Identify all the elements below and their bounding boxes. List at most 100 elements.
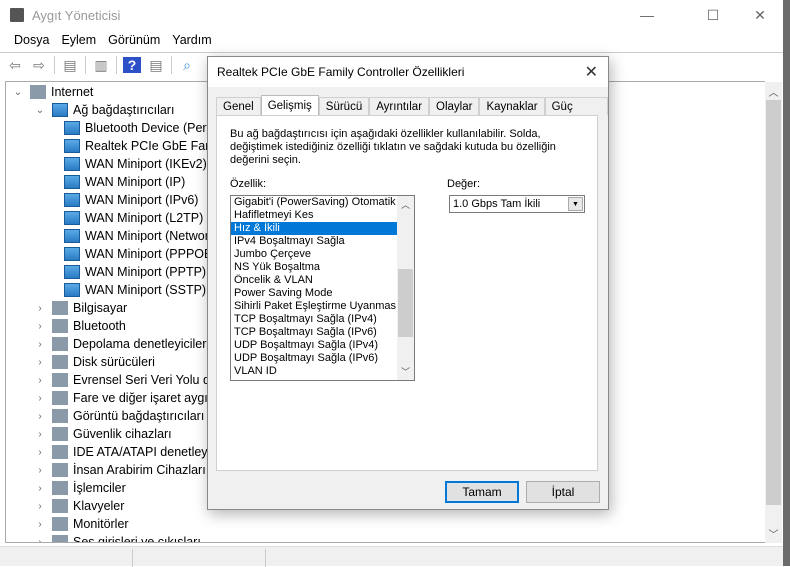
property-item[interactable]: Hafifletmeyi Kes — [231, 209, 397, 222]
help-icon[interactable]: ? — [123, 57, 141, 73]
tree-item[interactable]: › Klavyeler — [34, 497, 124, 515]
tree-item[interactable]: WAN Miniport (L2TP) — [64, 209, 203, 227]
chevron-right-icon[interactable]: › — [34, 303, 46, 314]
chevron-right-icon[interactable]: › — [34, 447, 46, 458]
property-item[interactable]: VLAN ID — [231, 365, 397, 378]
property-item[interactable]: Öncelik & VLAN — [231, 274, 397, 287]
property-item[interactable]: IPv4 Boşaltmayı Sağla — [231, 235, 397, 248]
tree-item[interactable]: WAN Miniport (IP) — [64, 173, 185, 191]
tree-item[interactable]: WAN Miniport (IKEv2) — [64, 155, 207, 173]
chevron-right-icon[interactable]: › — [34, 429, 46, 440]
tab-0[interactable]: Genel — [216, 97, 261, 115]
chevron-right-icon[interactable]: › — [34, 321, 46, 332]
tree-item[interactable]: › Bilgisayar — [34, 299, 127, 317]
scroll-up-icon[interactable]: ︿ — [397, 198, 414, 211]
tree-item-label: Güvenlik cihazları — [73, 427, 172, 441]
menu-gorunum[interactable]: Görünüm — [102, 31, 166, 51]
minimize-button[interactable]: — — [624, 0, 670, 30]
tree-item[interactable]: › Ses girişleri ve çıkışları — [34, 533, 201, 543]
property-list-scrollbar[interactable]: ︿ ﹀ — [397, 196, 414, 380]
tree-item[interactable]: WAN Miniport (PPTP) — [64, 263, 206, 281]
property-item[interactable]: Hız & İkili — [231, 222, 397, 235]
property-item[interactable]: TCP Boşaltmayı Sağla (IPv6) — [231, 326, 397, 339]
device-icon — [52, 355, 68, 369]
chevron-right-icon[interactable]: › — [34, 537, 46, 543]
chevron-right-icon[interactable]: › — [34, 411, 46, 422]
tab-5[interactable]: Kaynaklar — [479, 97, 545, 115]
tree-item[interactable]: › Görüntü bağdaştırıcıları — [34, 407, 204, 425]
chevron-right-icon[interactable]: › — [34, 519, 46, 530]
chevron-right-icon[interactable]: › — [34, 357, 46, 368]
property-item[interactable]: Jumbo Çerçeve — [231, 248, 397, 261]
device-icon — [52, 319, 68, 333]
scroll-thumb[interactable] — [398, 269, 413, 337]
device-icon — [52, 463, 68, 477]
tab-3[interactable]: Ayrıntılar — [369, 97, 430, 115]
property-list[interactable]: Gigabit'i (PowerSaving) Otomatik Devre D… — [230, 195, 415, 381]
device-icon — [52, 499, 68, 513]
menu-yardim[interactable]: Yardım — [166, 31, 217, 51]
property-item[interactable]: TCP Boşaltmayı Sağla (IPv4) — [231, 313, 397, 326]
tab-4[interactable]: Olaylar — [429, 97, 480, 115]
chevron-down-icon[interactable]: ⌄ — [34, 105, 46, 116]
scroll-up-icon[interactable]: ︿ — [765, 84, 782, 99]
property-item[interactable]: Gigabit'i (PowerSaving) Otomatik Devre D… — [231, 196, 397, 209]
device-icon — [64, 175, 80, 189]
ok-button[interactable]: Tamam — [445, 481, 519, 503]
tree-item[interactable]: › Bluetooth — [34, 317, 126, 335]
value-dropdown[interactable]: 1.0 Gbps Tam İkili ▼ — [449, 195, 585, 213]
chevron-down-icon[interactable]: ⌄ — [12, 87, 24, 98]
scroll-down-icon[interactable]: ﹀ — [397, 365, 414, 378]
cancel-button[interactable]: İptal — [526, 481, 600, 503]
chevron-right-icon[interactable]: › — [34, 501, 46, 512]
back-arrow-icon[interactable]: ⇦ — [6, 57, 24, 73]
chevron-right-icon[interactable]: › — [34, 375, 46, 386]
tree-item[interactable]: ⌄ Internet — [12, 83, 93, 101]
tree-item[interactable]: › Fare ve diğer işaret aygıtları — [34, 389, 229, 407]
maximize-button[interactable]: ☐ — [690, 0, 736, 30]
tab-1[interactable]: Gelişmiş — [260, 95, 319, 115]
property-item[interactable]: UDP Boşaltmayı Sağla (IPv4) — [231, 339, 397, 352]
tree-item[interactable]: › İşlemciler — [34, 479, 126, 497]
property-item[interactable]: Sihirli Paket Eşleştirme Uyanması — [231, 300, 397, 313]
tree-item[interactable]: ⌄ Ağ bağdaştırıcıları — [34, 101, 174, 119]
show-hide-console-tree-icon[interactable]: ▤ — [61, 57, 79, 73]
chevron-right-icon[interactable]: › — [34, 483, 46, 494]
dropdown-arrow-icon[interactable]: ▼ — [568, 197, 583, 211]
properties-icon[interactable]: ▥ — [92, 57, 110, 73]
tree-item[interactable]: › Depolama denetleyicileri — [34, 335, 209, 353]
scroll-thumb[interactable] — [766, 100, 781, 505]
property-item[interactable]: UDP Boşaltmayı Sağla (IPv6) — [231, 352, 397, 365]
tab-6[interactable]: Güç Yönetimi — [544, 97, 608, 132]
chevron-right-icon[interactable]: › — [34, 393, 46, 404]
menu-dosya[interactable]: Dosya — [8, 31, 55, 51]
tree-item-label: WAN Miniport (IP) — [85, 175, 186, 189]
device-icon — [64, 247, 80, 261]
tree-item[interactable]: WAN Miniport (PPPOE) — [64, 245, 217, 263]
tree-item-label: Ses girişleri ve çıkışları — [73, 535, 201, 543]
scroll-down-icon[interactable]: ﹀ — [765, 526, 782, 541]
tree-item[interactable]: › Disk sürücüleri — [34, 353, 155, 371]
tree-item[interactable]: › IDE ATA/ATAPI denetleyicileri — [34, 443, 236, 461]
device-icon — [64, 139, 80, 153]
scan-hardware-icon[interactable]: ⌕ — [178, 57, 196, 73]
tree-item[interactable]: › Monitörler — [34, 515, 129, 533]
tree-item[interactable]: › Güvenlik cihazları — [34, 425, 172, 443]
property-item[interactable]: Power Saving Mode — [231, 287, 397, 300]
tree-item[interactable]: WAN Miniport (IPv6) — [64, 191, 198, 209]
tree-item[interactable]: WAN Miniport (SSTP) — [64, 281, 206, 299]
tree-item[interactable]: › İnsan Arabirim Cihazları — [34, 461, 206, 479]
forward-arrow-icon[interactable]: ⇨ — [30, 57, 48, 73]
device-icon — [64, 283, 80, 297]
chevron-right-icon[interactable]: › — [34, 339, 46, 350]
action-pane-icon[interactable]: ▤ — [147, 57, 165, 73]
dialog-close-icon[interactable]: ✕ — [585, 62, 598, 82]
chevron-right-icon[interactable]: › — [34, 465, 46, 476]
menu-eylem[interactable]: Eylem — [55, 31, 102, 51]
tab-2[interactable]: Sürücü — [318, 97, 370, 115]
desktop-edge — [783, 0, 790, 566]
tree-scrollbar[interactable]: ︿ ﹀ — [765, 82, 782, 543]
property-item[interactable]: NS Yük Boşaltma — [231, 261, 397, 274]
tree-item-label: WAN Miniport (SSTP) — [85, 283, 207, 297]
close-button[interactable]: ✕ — [737, 0, 783, 30]
